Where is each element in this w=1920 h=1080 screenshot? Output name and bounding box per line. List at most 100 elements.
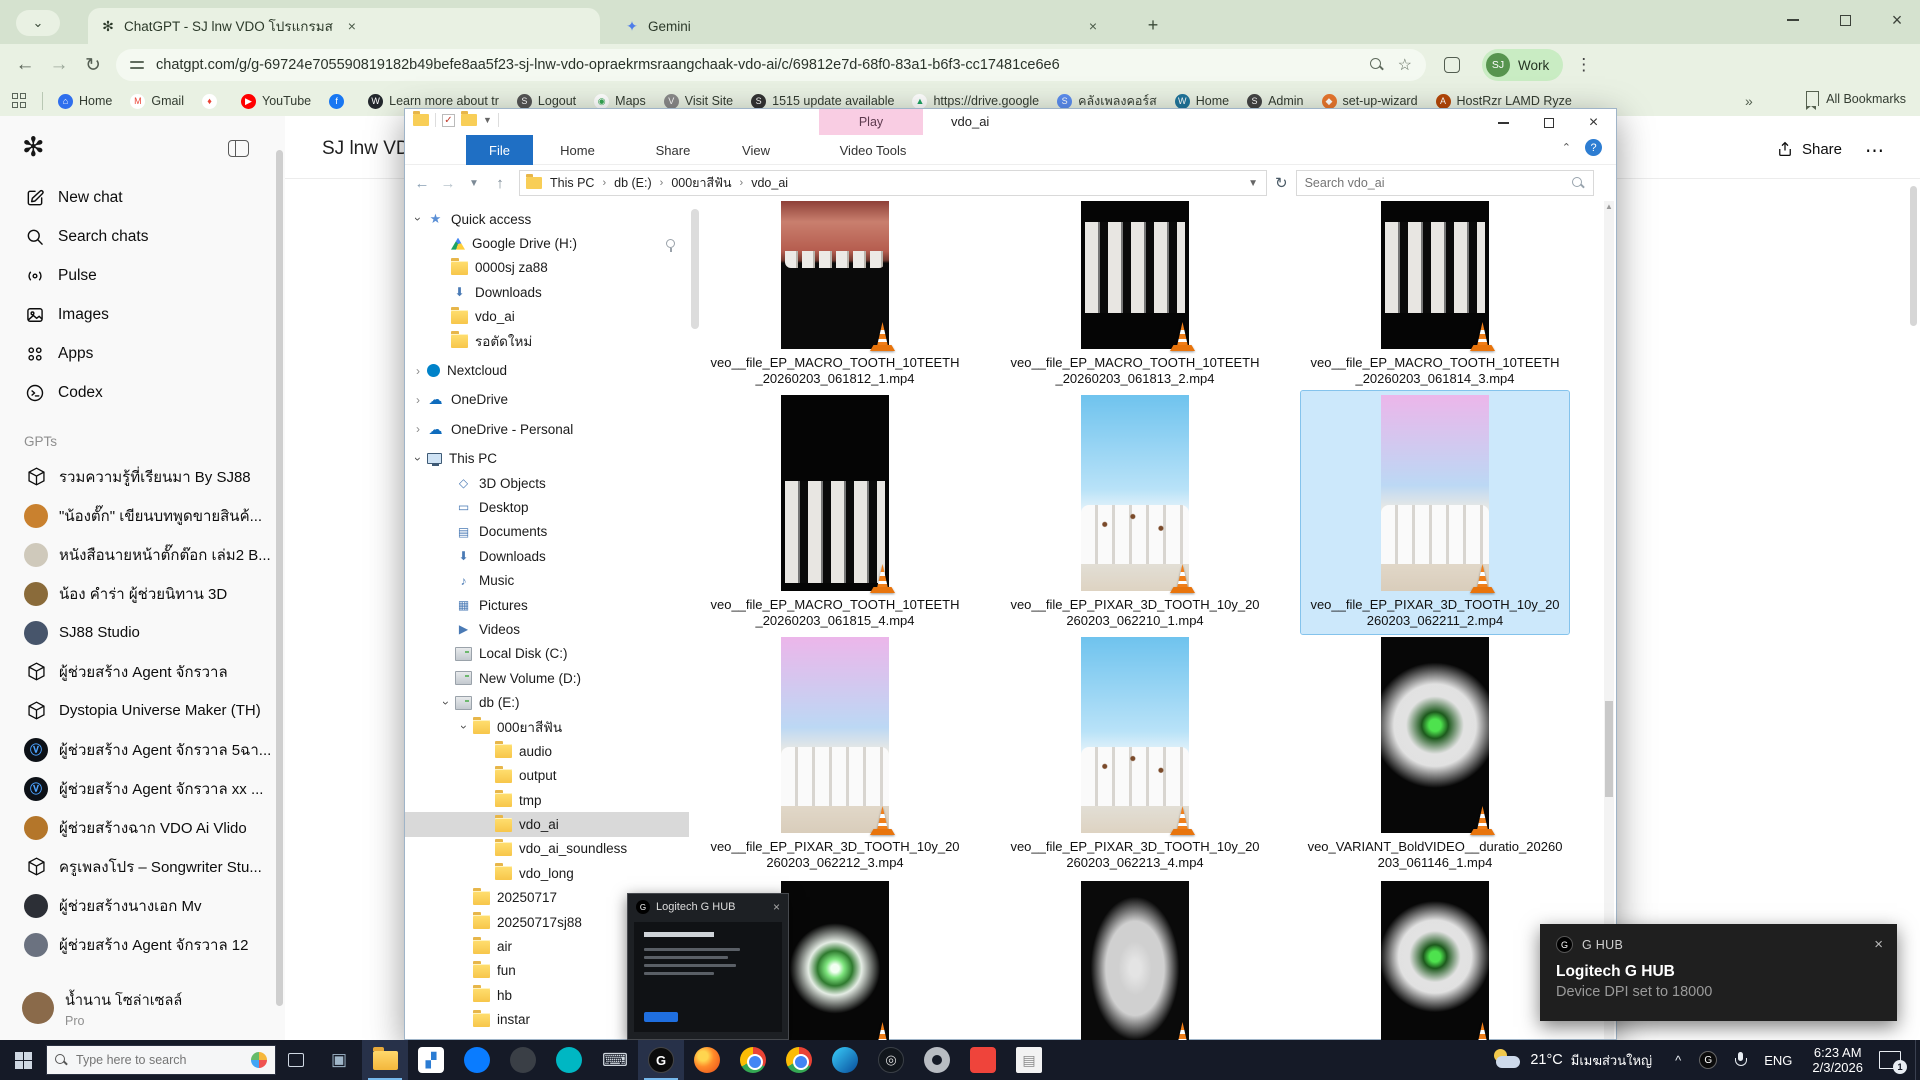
- tray-expand-chevron-icon[interactable]: ^: [1675, 1053, 1681, 1068]
- task-view-button[interactable]: [276, 1040, 316, 1080]
- bookmark-item[interactable]: ◉ Maps: [594, 94, 646, 109]
- bookmark-item[interactable]: V Visit Site: [664, 94, 733, 109]
- popup-close-icon[interactable]: ×: [773, 900, 780, 914]
- taskbar-search-input[interactable]: [76, 1053, 236, 1067]
- tree-item[interactable]: db (E:): [405, 690, 689, 714]
- tree-item[interactable]: ★ Quick access: [405, 207, 689, 231]
- breadcrumb-bar[interactable]: This PC› db (E:)› 000ยาสีฟัน› vdo_ai ▼: [519, 170, 1267, 196]
- crumb-toothpaste-folder[interactable]: 000ยาสีฟัน: [671, 173, 731, 193]
- gpt-list-item[interactable]: Ⓥ ผู้ช่วยสร้าง Agent จักรวาล 5ฉา...: [0, 730, 280, 769]
- bookmark-item[interactable]: W Learn more about tr: [368, 94, 499, 109]
- sidebar-nav-item[interactable]: Codex: [0, 373, 280, 412]
- explorer-search-input[interactable]: [1305, 176, 1555, 190]
- ghub-tray-icon[interactable]: G: [1699, 1051, 1717, 1069]
- tree-expander-icon[interactable]: [411, 452, 425, 466]
- notification-close-icon[interactable]: ×: [1874, 936, 1883, 953]
- tree-item[interactable]: Nextcloud: [405, 358, 689, 382]
- taskbar-app-icon[interactable]: [362, 1040, 408, 1080]
- ribbon-tab-video-tools[interactable]: Video Tools: [823, 135, 923, 165]
- qat-customize-icon[interactable]: ▼: [483, 115, 492, 125]
- taskbar-app-icon[interactable]: ▞: [408, 1040, 454, 1080]
- folder-icon[interactable]: [413, 114, 429, 126]
- file-item[interactable]: veo__file_EP_PIXAR_3D_TOOTH_10y_20260203…: [1001, 391, 1269, 633]
- explorer-minimize-button[interactable]: [1481, 109, 1526, 137]
- gpt-list-item[interactable]: น้อง คำร่า ผู้ช่วยนิทาน 3D: [0, 574, 280, 613]
- address-bar[interactable]: ☆: [116, 49, 1426, 81]
- bookmark-item[interactable]: M Gmail: [130, 94, 184, 109]
- help-icon[interactable]: ?: [1585, 139, 1602, 156]
- taskbar-app-icon[interactable]: ◎: [868, 1040, 914, 1080]
- tree-item[interactable]: รอตัดใหม่: [405, 329, 689, 353]
- gpt-list-item[interactable]: รวมความรู้ที่เรียนมา By SJ88: [0, 457, 280, 496]
- file-item[interactable]: veo__file_EP_MACRO_TOOTH_10TEETH_2026020…: [1001, 197, 1269, 391]
- all-bookmarks-button[interactable]: All Bookmarks: [1806, 91, 1906, 106]
- ghub-notification-toast[interactable]: G G HUB × Logitech G HUB Device DPI set …: [1540, 924, 1897, 1021]
- nav-up-icon[interactable]: ↑: [487, 175, 513, 192]
- ribbon-tab-home[interactable]: Home: [546, 135, 609, 165]
- tree-item[interactable]: This PC: [405, 447, 689, 471]
- ribbon-collapse-icon[interactable]: ⌃: [1562, 141, 1571, 154]
- address-dropdown-icon[interactable]: ▼: [1248, 178, 1266, 189]
- tree-item[interactable]: ◇ 3D Objects: [405, 471, 689, 495]
- bookmark-item[interactable]: ▶ YouTube: [241, 94, 311, 109]
- gpt-list-item[interactable]: ผู้ช่วยสร้างฉาก VDO Ai Vlido: [0, 808, 280, 847]
- tree-expander-icon[interactable]: [439, 696, 453, 710]
- taskbar-app-icon[interactable]: [822, 1040, 868, 1080]
- file-item[interactable]: veo__file_EP_PIXAR_3D_TOOTH_10y_20260203…: [1001, 633, 1269, 877]
- taskbar-clock[interactable]: 6:23 AM 2/3/2026: [1812, 1045, 1863, 1075]
- sidebar-scrollbar[interactable]: [276, 150, 283, 1006]
- file-item[interactable]: [1301, 877, 1569, 1041]
- action-center-icon[interactable]: 1: [1879, 1051, 1901, 1069]
- tree-item[interactable]: ▭ Desktop: [405, 495, 689, 519]
- file-item[interactable]: veo__file_EP_PIXAR_3D_TOOTH_10y_20260203…: [1301, 391, 1569, 633]
- tree-item[interactable]: vdo_ai_soundless: [405, 837, 689, 861]
- browser-close-button[interactable]: ×: [1882, 6, 1912, 34]
- taskbar-app-icon[interactable]: G: [638, 1040, 684, 1080]
- tree-item[interactable]: output: [405, 764, 689, 788]
- sidebar-nav-item[interactable]: New chat: [0, 178, 280, 217]
- browser-tab-gemini[interactable]: ✦ Gemini ×: [612, 8, 1112, 44]
- share-button[interactable]: Share: [1776, 140, 1842, 158]
- apps-grid-icon[interactable]: [12, 93, 28, 109]
- bookmark-item[interactable]: ⌂ Home: [58, 94, 112, 109]
- tree-expander-icon[interactable]: [411, 364, 425, 378]
- taskbar-app-icon[interactable]: ⌨: [592, 1040, 638, 1080]
- tree-item[interactable]: tmp: [405, 788, 689, 812]
- gpt-list-item[interactable]: ครูเพลงโปร – Songwriter Stu...: [0, 847, 280, 886]
- bookmark-item[interactable]: ◆ set-up-wizard: [1322, 94, 1418, 109]
- tree-item[interactable]: 0000sj za88: [405, 256, 689, 280]
- sidebar-nav-item[interactable]: Images: [0, 295, 280, 334]
- account-row[interactable]: น้ำนาน โซล่าเซลล์ Pro: [0, 982, 285, 1034]
- taskbar-app-icon[interactable]: [500, 1040, 546, 1080]
- folder-icon[interactable]: [461, 114, 477, 126]
- file-item[interactable]: veo__file_EP_MACRO_TOOTH_10TEETH_2026020…: [701, 391, 969, 633]
- gpt-list-item[interactable]: SJ88 Studio: [0, 613, 280, 652]
- tree-item[interactable]: audio: [405, 739, 689, 763]
- reload-button[interactable]: ↻: [76, 54, 110, 77]
- language-indicator[interactable]: ENG: [1764, 1053, 1792, 1068]
- scrollbar-thumb[interactable]: [1605, 701, 1613, 797]
- ribbon-tab-share[interactable]: Share: [643, 135, 703, 165]
- tree-item[interactable]: ☁ OneDrive - Personal: [405, 417, 689, 441]
- browser-tab-chatgpt[interactable]: ✻ ChatGPT - SJ lnw VDO โปรแกรมส ×: [88, 8, 600, 44]
- sidebar-nav-item[interactable]: Pulse: [0, 256, 280, 295]
- bookmark-item[interactable]: S Logout: [517, 94, 576, 109]
- refresh-icon[interactable]: ↻: [1275, 174, 1288, 192]
- taskbar-app-icon[interactable]: ▤: [1006, 1040, 1052, 1080]
- bookmark-star-icon[interactable]: ☆: [1398, 55, 1412, 75]
- bookmarks-overflow-chevron[interactable]: »: [1745, 93, 1753, 109]
- tree-expander-icon[interactable]: [411, 422, 425, 436]
- taskbar-app-icon[interactable]: [546, 1040, 592, 1080]
- files-scrollbar[interactable]: ▲: [1604, 201, 1614, 1039]
- search-highlights-icon[interactable]: [251, 1052, 267, 1068]
- explorer-titlebar[interactable]: ✓ ▼ Play vdo_ai ×: [405, 109, 1616, 135]
- browser-menu-icon[interactable]: ⋮: [1575, 55, 1592, 75]
- crumb-this-pc[interactable]: This PC: [550, 176, 594, 190]
- gpt-list-item[interactable]: ผู้ช่วยสร้าง Agent จักรวาล: [0, 652, 280, 691]
- ribbon-contextual-play-tab[interactable]: Play: [819, 109, 923, 135]
- gpt-list-item[interactable]: ผู้ช่วยสร้าง Agent จักรวาล 12: [0, 925, 280, 964]
- tree-expander-icon[interactable]: [457, 720, 471, 734]
- browser-minimize-button[interactable]: [1778, 6, 1808, 34]
- gpt-list-item[interactable]: ผู้ช่วยสร้างนางเอก Mv: [0, 886, 280, 925]
- ribbon-tab-view[interactable]: View: [733, 135, 779, 165]
